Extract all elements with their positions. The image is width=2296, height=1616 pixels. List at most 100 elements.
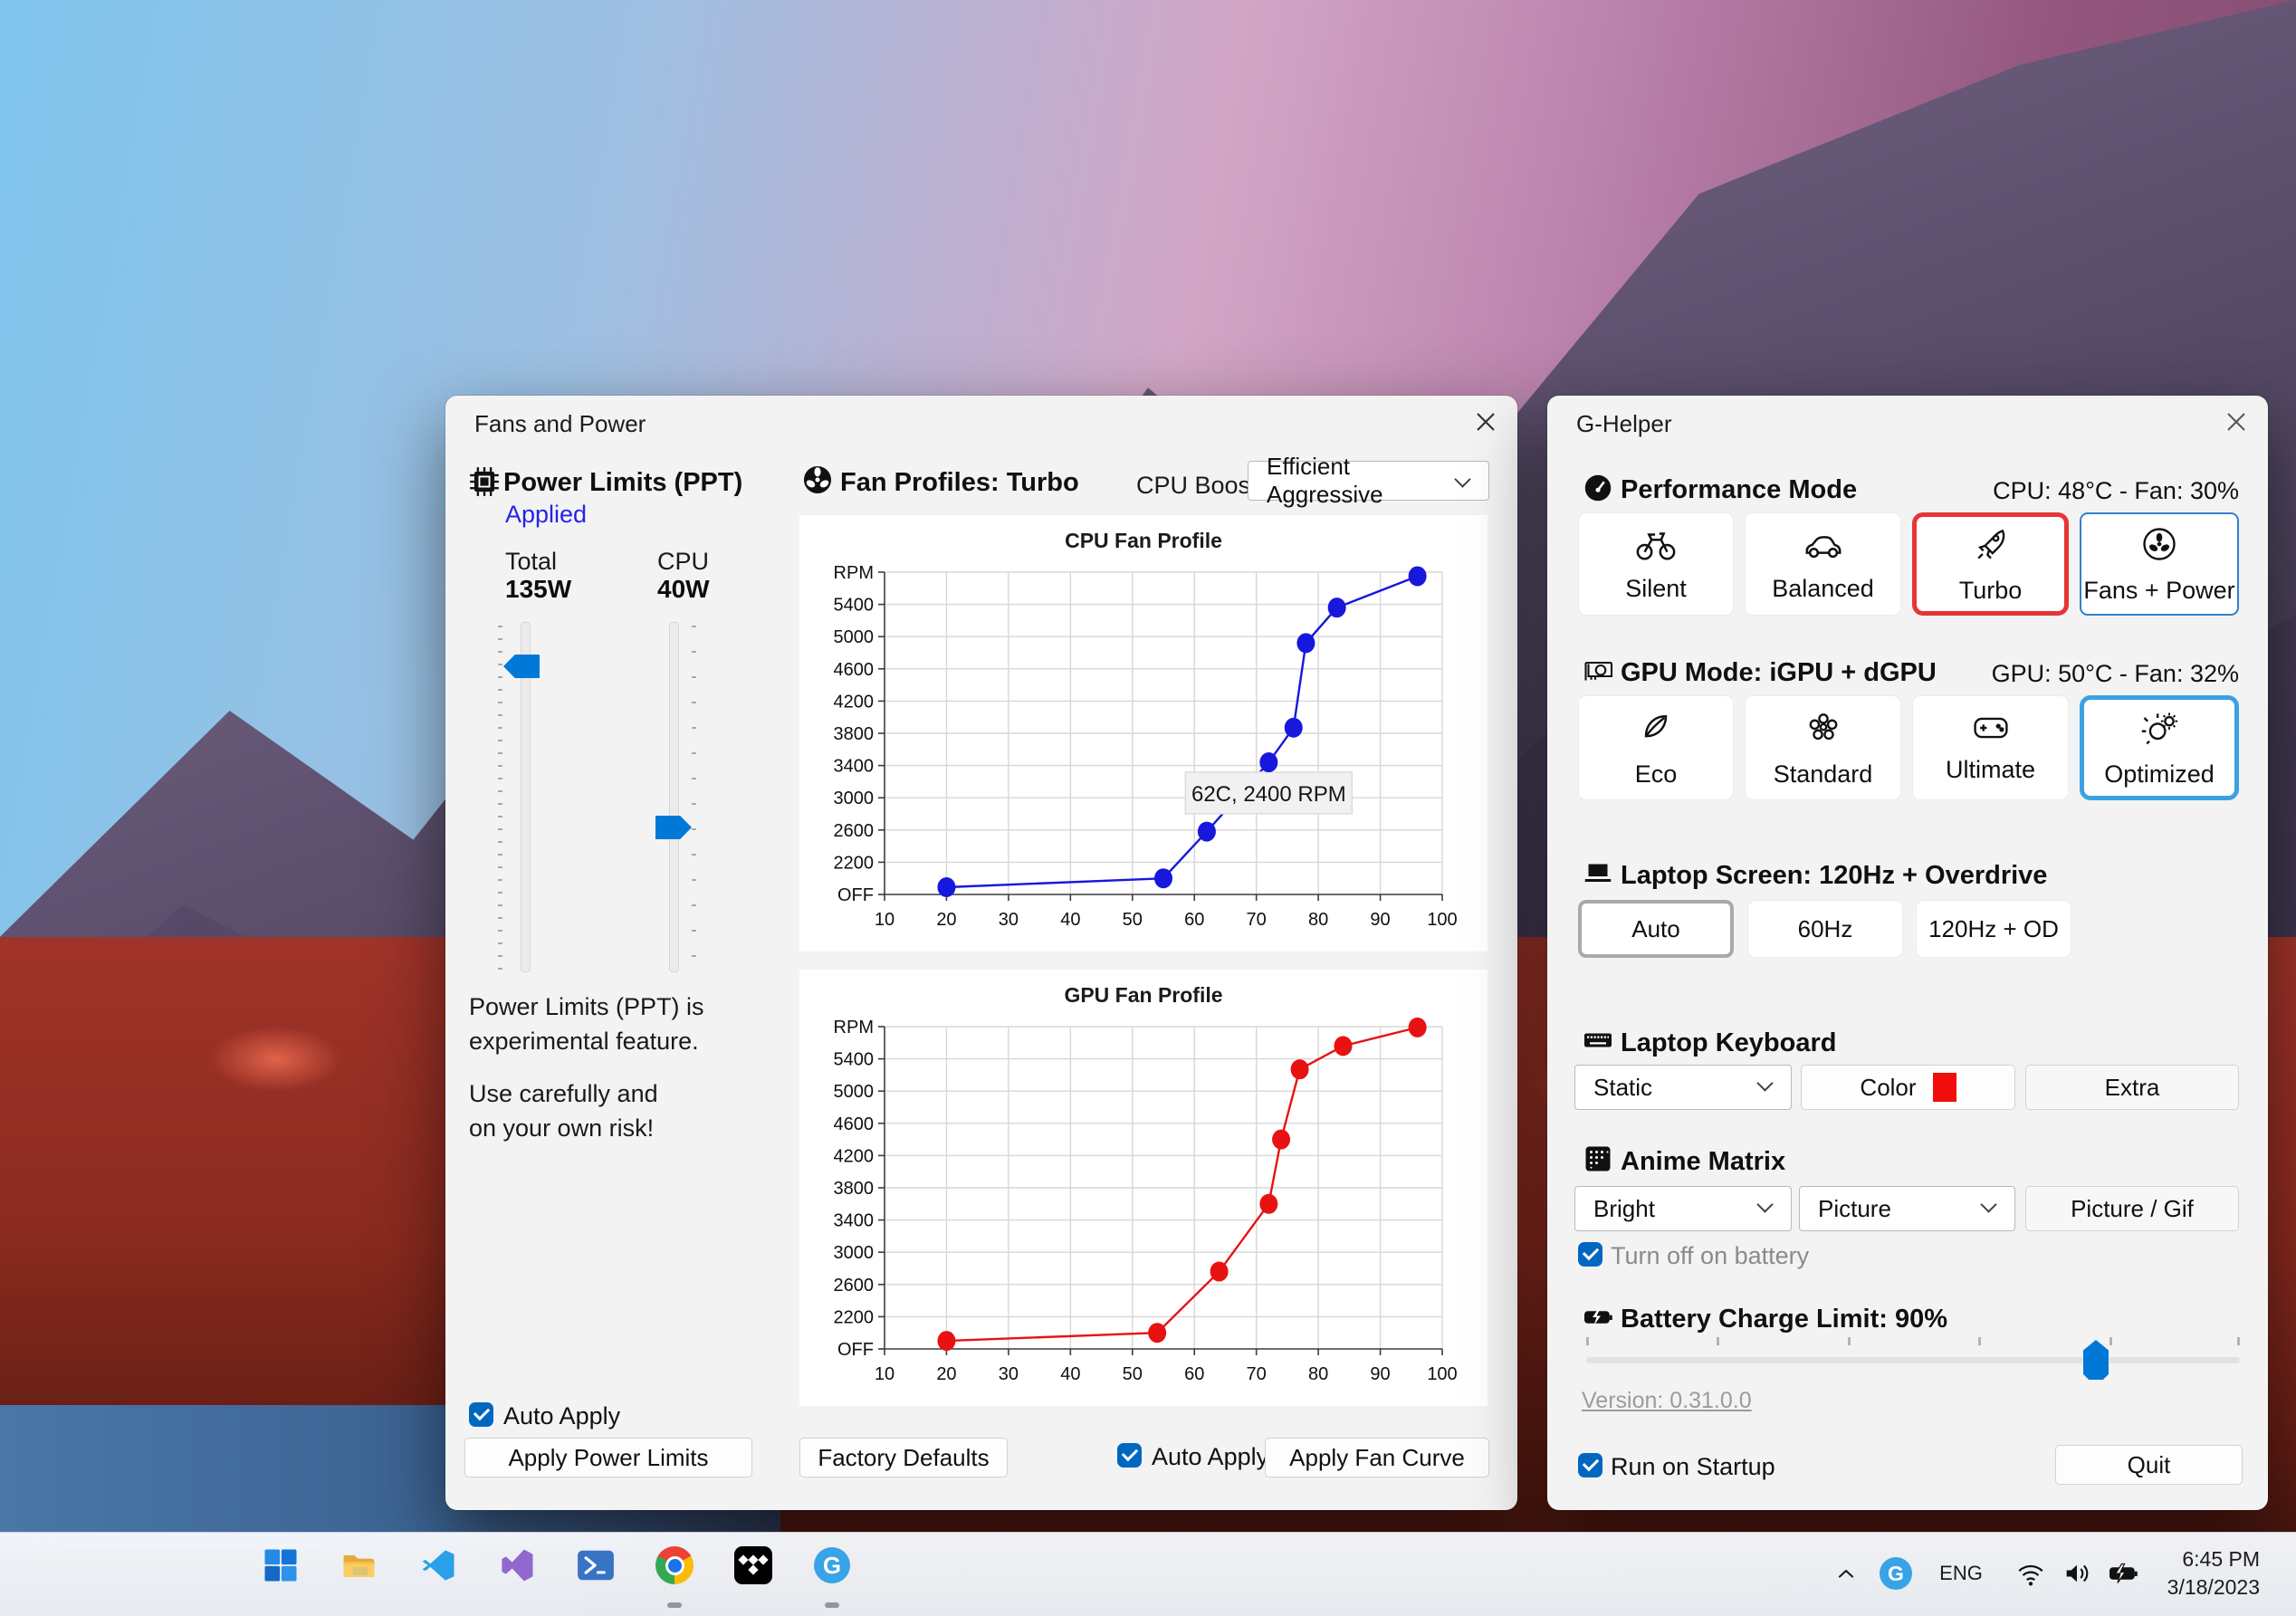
keyboard-mode-dropdown[interactable]: Static bbox=[1574, 1065, 1792, 1110]
vscode-icon[interactable] bbox=[416, 1544, 460, 1587]
gpu-fan-profile-chart[interactable]: GPU Fan Profile 10 20 30 40 50 60 70 80 90 100 OFF 2… bbox=[799, 970, 1488, 1406]
cpu-slider-track[interactable] bbox=[669, 622, 679, 972]
laptop-keyboard-heading: Laptop Keyboard bbox=[1621, 1028, 1837, 1057]
svg-text:4200: 4200 bbox=[834, 1146, 875, 1166]
power-auto-apply-checkbox[interactable] bbox=[469, 1402, 493, 1427]
svg-text:90: 90 bbox=[1370, 910, 1390, 930]
wifi-icon[interactable] bbox=[2012, 1553, 2050, 1594]
svg-text:20: 20 bbox=[936, 1364, 956, 1384]
cpu-fan-profile-chart[interactable]: CPU Fan Profile 10 20 30 40 50 60 70 80 90 100 OFF 2… bbox=[799, 515, 1488, 951]
mode-fans-power-button[interactable]: Fans + Power bbox=[2080, 512, 2239, 616]
anime-brightness-dropdown[interactable]: Bright bbox=[1574, 1186, 1792, 1231]
powershell-icon[interactable] bbox=[574, 1544, 617, 1587]
svg-text:4200: 4200 bbox=[834, 692, 875, 712]
tray-ghelper-icon[interactable]: G bbox=[1876, 1553, 1916, 1594]
total-slider-ticks bbox=[498, 626, 502, 970]
total-slider-handle[interactable] bbox=[503, 655, 540, 678]
gpu-standard-label: Standard bbox=[1773, 760, 1873, 788]
mode-balanced-button[interactable]: Balanced bbox=[1745, 512, 1901, 616]
svg-text:30: 30 bbox=[999, 1364, 1019, 1384]
gpu-standard-button[interactable]: Standard bbox=[1745, 695, 1901, 800]
gpu-optimized-button[interactable]: Optimized bbox=[2080, 695, 2239, 800]
fans-window-titlebar[interactable]: Fans and Power bbox=[445, 396, 1517, 448]
fan-auto-apply-checkbox[interactable] bbox=[1117, 1443, 1142, 1468]
svg-text:4600: 4600 bbox=[834, 1114, 875, 1134]
turn-off-on-battery-checkbox[interactable] bbox=[1578, 1242, 1602, 1267]
screen-auto-label: Auto bbox=[1631, 914, 1680, 942]
svg-text:2200: 2200 bbox=[834, 1307, 875, 1327]
anime-matrix-heading: Anime Matrix bbox=[1621, 1147, 1786, 1176]
ghelper-logo: G bbox=[814, 1547, 850, 1583]
power-limits-heading: Power Limits (PPT) bbox=[503, 468, 743, 497]
svg-text:40: 40 bbox=[1060, 910, 1080, 930]
screen-auto-button[interactable]: Auto bbox=[1578, 900, 1734, 958]
chrome-running-indicator bbox=[667, 1602, 682, 1608]
fan-profiles-heading: Fan Profiles: Turbo bbox=[840, 468, 1079, 497]
start-button[interactable] bbox=[259, 1544, 302, 1587]
battery-slider-track[interactable] bbox=[1586, 1357, 2240, 1363]
bulb-gear-icon bbox=[2139, 708, 2179, 754]
battery-slider-ticks bbox=[1586, 1337, 2241, 1345]
keyboard-color-button[interactable]: Color bbox=[1801, 1065, 2015, 1110]
chrome-icon[interactable] bbox=[653, 1544, 696, 1587]
battery-charging-icon[interactable] bbox=[2102, 1553, 2144, 1594]
close-icon[interactable] bbox=[2219, 405, 2253, 439]
tray-language[interactable]: ENG bbox=[1936, 1553, 1986, 1594]
screen-120hz-button[interactable]: 120Hz + OD bbox=[1916, 900, 2071, 958]
fans-and-power-window: Fans and Power Power Limits (PPT) Applie… bbox=[445, 396, 1517, 1510]
svg-text:2200: 2200 bbox=[834, 853, 875, 873]
total-limit-value: 135W bbox=[505, 575, 572, 603]
keyboard-color-label: Color bbox=[1860, 1073, 1917, 1101]
mode-silent-button[interactable]: Silent bbox=[1578, 512, 1734, 616]
battery-slider-handle[interactable] bbox=[2083, 1340, 2109, 1380]
tray-clock[interactable]: 6:45 PM 3/18/2023 bbox=[2167, 1545, 2260, 1602]
run-on-startup-label: Run on Startup bbox=[1611, 1453, 1775, 1480]
svg-text:3000: 3000 bbox=[834, 1243, 875, 1263]
cpu-boost-dropdown[interactable]: Efficient Aggressive bbox=[1248, 453, 1489, 508]
gpu-eco-button[interactable]: Eco bbox=[1578, 695, 1734, 800]
bicycle-icon bbox=[1635, 526, 1677, 569]
cpu-boost-value: Efficient Aggressive bbox=[1267, 453, 1383, 508]
version-link[interactable]: Version: 0.31.0.0 bbox=[1582, 1388, 1752, 1414]
gauge-icon bbox=[1582, 472, 1616, 506]
battery-bolt-icon bbox=[1582, 1301, 1616, 1335]
run-on-startup-checkbox[interactable] bbox=[1578, 1453, 1602, 1477]
keyboard-icon bbox=[1582, 1024, 1616, 1058]
total-limit-label: Total bbox=[505, 548, 558, 575]
fan-auto-apply-label: Auto Apply bbox=[1152, 1443, 1269, 1470]
screen-60hz-label: 60Hz bbox=[1797, 914, 1853, 942]
close-icon[interactable] bbox=[1468, 405, 1503, 439]
mode-turbo-label: Turbo bbox=[1958, 576, 2023, 604]
tray-chevron-up-icon[interactable] bbox=[1828, 1553, 1864, 1594]
gpu-ultimate-button[interactable]: Ultimate bbox=[1912, 695, 2069, 800]
keyboard-extra-button[interactable]: Extra bbox=[2025, 1065, 2239, 1110]
apply-power-limits-button[interactable]: Apply Power Limits bbox=[464, 1438, 752, 1477]
cpu-limit-label: CPU bbox=[657, 548, 710, 575]
svg-text:20: 20 bbox=[936, 910, 956, 930]
rocket-icon bbox=[1971, 524, 2011, 570]
gpu-ultimate-label: Ultimate bbox=[1945, 755, 2036, 783]
ghelper-taskbar-icon[interactable]: G bbox=[810, 1544, 854, 1587]
cpu-slider-handle[interactable] bbox=[655, 816, 692, 839]
anime-mode-dropdown[interactable]: Picture bbox=[1799, 1186, 2015, 1231]
gpu-temp-status: GPU: 50°C - Fan: 32% bbox=[1991, 660, 2239, 687]
svg-text:10: 10 bbox=[875, 910, 894, 930]
factory-defaults-button[interactable]: Factory Defaults bbox=[799, 1438, 1008, 1477]
screen-60hz-button[interactable]: 60Hz bbox=[1747, 900, 1903, 958]
ghelper-titlebar[interactable]: G-Helper bbox=[1547, 396, 2268, 448]
svg-text:5400: 5400 bbox=[834, 596, 875, 616]
svg-text:OFF: OFF bbox=[837, 1340, 874, 1360]
svg-text:30: 30 bbox=[999, 910, 1019, 930]
svg-text:60: 60 bbox=[1184, 910, 1204, 930]
quit-button[interactable]: Quit bbox=[2055, 1445, 2243, 1485]
cpu-temp-status: CPU: 48°C - Fan: 30% bbox=[1993, 477, 2239, 504]
anime-picture-gif-button[interactable]: Picture / Gif bbox=[2025, 1186, 2239, 1231]
power-auto-apply-label: Auto Apply bbox=[503, 1402, 621, 1430]
mode-turbo-button[interactable]: Turbo bbox=[1912, 512, 2069, 616]
apply-fan-curve-button[interactable]: Apply Fan Curve bbox=[1265, 1438, 1489, 1477]
tidal-icon[interactable] bbox=[732, 1544, 775, 1587]
file-explorer-icon[interactable] bbox=[338, 1544, 381, 1587]
volume-icon[interactable] bbox=[2057, 1553, 2097, 1594]
svg-text:60: 60 bbox=[1184, 1364, 1204, 1384]
visual-studio-icon[interactable] bbox=[495, 1544, 539, 1587]
